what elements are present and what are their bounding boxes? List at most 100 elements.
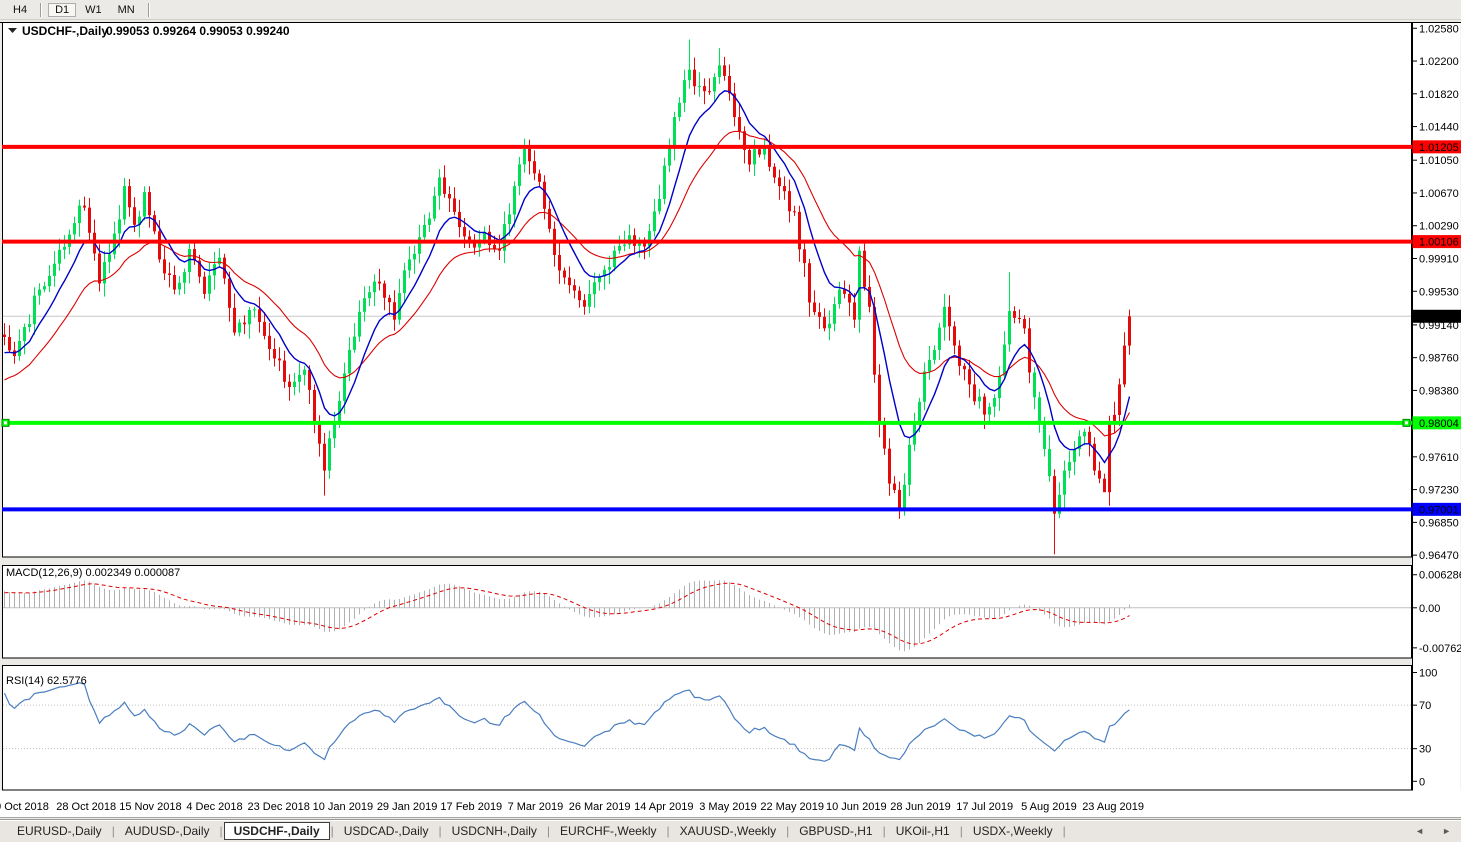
candle-body xyxy=(938,328,941,350)
tab-usdcnh-daily[interactable]: USDCNH-,Daily xyxy=(443,822,546,840)
tab-audusd-daily[interactable]: AUDUSD-,Daily xyxy=(116,822,219,840)
candle-body xyxy=(808,263,811,302)
candle-body xyxy=(878,375,881,424)
candle-body xyxy=(153,215,156,231)
date-tick-label: 28 Jun 2019 xyxy=(890,801,951,813)
candle-body xyxy=(978,397,981,402)
level-axis-label: 0.98004 xyxy=(1419,418,1459,430)
candle-body xyxy=(53,264,56,276)
candle-body xyxy=(1098,471,1101,479)
timeframe-button-d1[interactable]: D1 xyxy=(48,3,76,17)
candle-body xyxy=(528,149,531,161)
tab-ukoil-h1[interactable]: UKOil-,H1 xyxy=(887,822,959,840)
candle-body xyxy=(923,372,926,402)
candle-body xyxy=(588,294,591,307)
candle-body xyxy=(748,150,751,165)
candle-body xyxy=(563,271,566,278)
timeframe-button-w1[interactable]: W1 xyxy=(78,3,109,17)
candle-body xyxy=(883,423,886,448)
candle-body xyxy=(593,282,596,294)
tab-eurusd-daily[interactable]: EURUSD-,Daily xyxy=(8,822,111,840)
candle-body xyxy=(358,312,361,337)
date-tick-label: 5 Aug 2019 xyxy=(1021,801,1077,813)
candle-body xyxy=(888,449,891,484)
candle-body xyxy=(238,323,241,333)
candle-body xyxy=(698,86,701,87)
tab-scroll-arrows: ◄ ► xyxy=(1415,820,1451,842)
level-axis-label: 0.97001 xyxy=(1419,504,1459,516)
date-tick-label: 26 Mar 2019 xyxy=(569,801,631,813)
candle-body xyxy=(993,398,996,407)
candle-body xyxy=(933,350,936,360)
candle-body xyxy=(113,234,116,255)
candle-body xyxy=(158,231,161,259)
candle-body xyxy=(568,278,571,286)
tab-eurchf-weekly[interactable]: EURCHF-,Weekly xyxy=(551,822,665,840)
price-tick-label: 1.00670 xyxy=(1419,188,1459,200)
price-tick-label: 0.97610 xyxy=(1419,452,1459,464)
chart-area: 1.012051.001060.980040.970011.025801.022… xyxy=(0,0,1461,818)
candle-body xyxy=(793,211,796,212)
timeframe-button-mn[interactable]: MN xyxy=(111,3,142,17)
candle-body xyxy=(898,490,901,510)
candle-body xyxy=(1073,449,1076,462)
candle-body xyxy=(108,254,111,262)
candle-body xyxy=(518,164,521,186)
candle-body xyxy=(683,80,686,103)
macd-tick-label: 0.006286 xyxy=(1419,570,1461,582)
candle-body xyxy=(88,208,91,233)
candle-body xyxy=(23,327,26,341)
candle-body xyxy=(398,293,401,320)
tab-scroll-left-icon[interactable]: ◄ xyxy=(1415,826,1424,836)
candle-body xyxy=(168,273,171,275)
candle-body xyxy=(983,397,986,415)
macd-panel xyxy=(3,566,1412,659)
candle-body xyxy=(443,177,446,194)
candle-body xyxy=(558,255,561,271)
tab-separator: | xyxy=(1062,824,1067,838)
candle-body xyxy=(408,259,411,270)
tab-scroll-right-icon[interactable]: ► xyxy=(1442,826,1451,836)
candle-body xyxy=(1023,319,1026,328)
candle-body xyxy=(353,337,356,350)
candle-body xyxy=(1083,432,1086,437)
candle-body xyxy=(768,147,771,167)
candle-body xyxy=(813,303,816,313)
level-handle-dot xyxy=(4,421,7,424)
candle-body xyxy=(8,337,11,350)
candle-body xyxy=(668,148,671,166)
chart-tabbar: EURUSD-,Daily|AUDUSD-,Daily|USDCHF-,Dail… xyxy=(0,819,1461,842)
candle-body xyxy=(268,336,271,349)
candle-body xyxy=(1118,384,1121,415)
date-tick-label: 22 May 2019 xyxy=(760,801,824,813)
tab-xauusd-weekly[interactable]: XAUUSD-,Weekly xyxy=(671,822,785,840)
rsi-tick-label: 70 xyxy=(1419,700,1431,712)
candle-body xyxy=(543,182,546,209)
candle-body xyxy=(508,214,511,224)
timeframe-button-h4[interactable]: H4 xyxy=(6,3,34,17)
candle-body xyxy=(303,370,306,375)
tab-usdx-weekly[interactable]: USDX-,Weekly xyxy=(964,822,1062,840)
candle-body xyxy=(33,296,36,325)
tab-usdchf-daily[interactable]: USDCHF-,Daily xyxy=(224,822,330,840)
candle-body xyxy=(348,350,351,374)
tab-usdcad-daily[interactable]: USDCAD-,Daily xyxy=(335,822,438,840)
current-price-label: 0.99240 xyxy=(1419,311,1459,323)
candle-body xyxy=(513,186,516,214)
candle-body xyxy=(703,86,706,91)
candle-body xyxy=(943,307,946,328)
candle-body xyxy=(368,292,371,298)
candle-body xyxy=(278,359,281,361)
candle-body xyxy=(823,317,826,328)
candle-body xyxy=(578,291,581,301)
candle-body xyxy=(778,178,781,187)
candle-body xyxy=(403,270,406,293)
candle-body xyxy=(463,227,466,236)
candle-body xyxy=(148,192,151,215)
candle-body xyxy=(253,309,256,310)
candle-body xyxy=(323,444,326,471)
tab-gbpusd-h1[interactable]: GBPUSD-,H1 xyxy=(790,822,881,840)
candle-body xyxy=(1013,311,1016,318)
candle-body xyxy=(178,283,181,290)
candle-body xyxy=(363,298,366,312)
